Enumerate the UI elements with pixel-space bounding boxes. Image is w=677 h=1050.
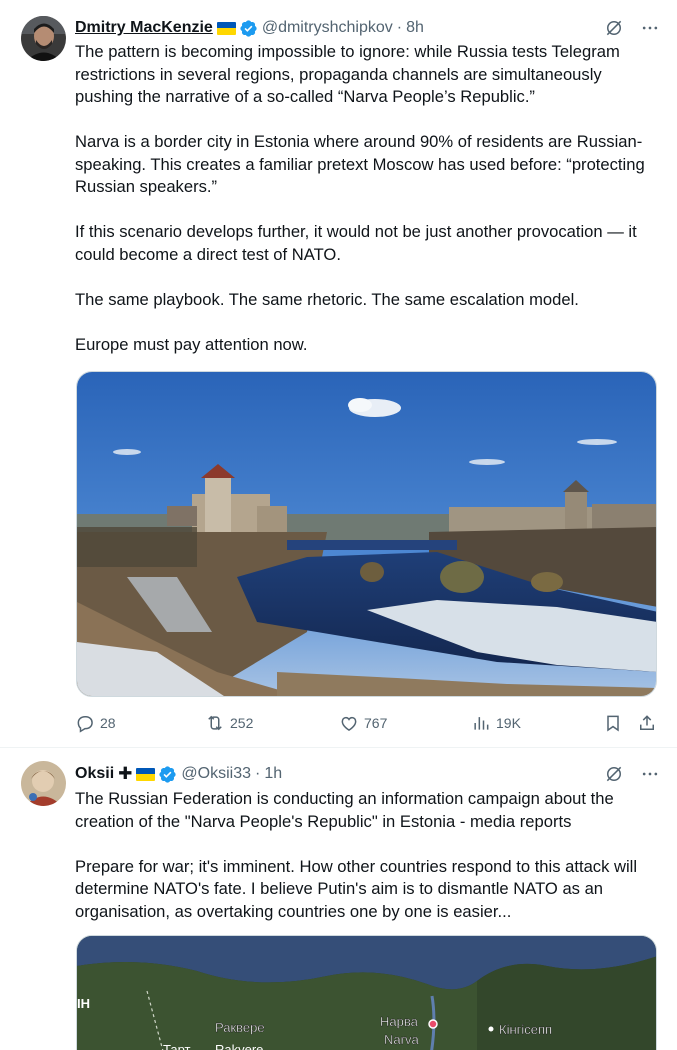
more-icon[interactable] <box>639 17 661 39</box>
map-label: Раквере <box>215 1020 265 1035</box>
ukraine-flag-icon <box>216 21 236 35</box>
grok-icon[interactable] <box>603 17 625 39</box>
map-label: Кінгісепп <box>499 1022 552 1037</box>
avatar[interactable] <box>21 761 66 806</box>
bookmark-icon <box>607 715 619 732</box>
tweet-paragraph: Prepare for war; it's imminent. How othe… <box>75 856 638 921</box>
display-name[interactable]: Oksii <box>75 765 114 783</box>
view-count: 19K <box>496 715 521 731</box>
timestamp[interactable]: 8h <box>406 19 424 37</box>
ukraine-flag-icon <box>136 767 156 781</box>
timestamp[interactable]: 1h <box>264 765 282 783</box>
tweet[interactable]: Oksii ✚ @Oksii33 · 1h The Russian Federa… <box>0 749 677 1050</box>
grok-icon[interactable] <box>603 763 625 785</box>
like-button[interactable]: 767 <box>339 711 387 735</box>
cross-icon: ✚ <box>118 764 133 783</box>
tweet-paragraph: If this scenario develops further, it wo… <box>75 222 637 264</box>
like-icon <box>341 716 357 731</box>
views-button[interactable]: 19K <box>471 711 521 735</box>
map-label: Нарва <box>380 1014 419 1029</box>
tweet[interactable]: Dmitry MacKenzie @dmitryshchipkov · 8h T… <box>0 0 677 748</box>
reply-button[interactable]: 28 <box>75 711 116 735</box>
timeline: Dmitry MacKenzie @dmitryshchipkov · 8h T… <box>0 0 677 1050</box>
map-label: Narva <box>384 1032 419 1047</box>
more-icon[interactable] <box>639 763 661 785</box>
repost-icon <box>208 715 222 731</box>
separator: · <box>254 765 261 782</box>
tweet-paragraph: The Russian Federation is conducting an … <box>75 789 614 831</box>
tweet-text: The pattern is becoming impossible to ig… <box>75 41 655 356</box>
verified-badge-icon[interactable] <box>239 19 258 38</box>
repost-count: 252 <box>230 715 254 731</box>
views-icon <box>474 717 489 730</box>
tweet-paragraph: Europe must pay attention now. <box>75 334 308 354</box>
tweet-text: The Russian Federation is conducting an … <box>75 788 655 923</box>
reply-count: 28 <box>100 715 116 731</box>
share-icon <box>640 715 654 730</box>
tweet-paragraph: The pattern is becoming impossible to ig… <box>75 42 620 106</box>
tweet-actions: 28 252 767 19K <box>75 711 660 735</box>
repost-button[interactable]: 252 <box>205 711 253 735</box>
separator: · <box>396 19 403 36</box>
like-count: 767 <box>364 715 388 731</box>
verified-badge-icon[interactable] <box>158 765 177 784</box>
tweet-header: Oksii ✚ @Oksii33 · 1h <box>75 763 661 785</box>
reply-icon <box>77 716 93 733</box>
share-button[interactable] <box>637 711 657 735</box>
tweet-photo[interactable] <box>76 371 657 697</box>
tweet-header: Dmitry MacKenzie @dmitryshchipkov · 8h <box>75 17 661 39</box>
tweet-paragraph: The same playbook. The same rhetoric. Th… <box>75 289 579 309</box>
map-label: Тарт <box>163 1042 191 1050</box>
header-actions <box>603 763 661 785</box>
display-name[interactable]: Dmitry MacKenzie <box>75 19 213 37</box>
user-handle[interactable]: @Oksii33 <box>181 765 251 783</box>
header-actions <box>603 17 661 39</box>
map-label: ІН <box>77 996 90 1011</box>
tweet-map-image[interactable]: ІН Раквере Нарва Narva Кінгісепп Тарт Ra… <box>76 935 657 1050</box>
avatar[interactable] <box>21 16 66 61</box>
tweet-paragraph: Narva is a border city in Estonia where … <box>75 132 645 196</box>
map-label: Rakvere <box>215 1042 263 1050</box>
bookmark-button[interactable] <box>603 711 623 735</box>
user-handle[interactable]: @dmitryshchipkov <box>262 19 393 37</box>
